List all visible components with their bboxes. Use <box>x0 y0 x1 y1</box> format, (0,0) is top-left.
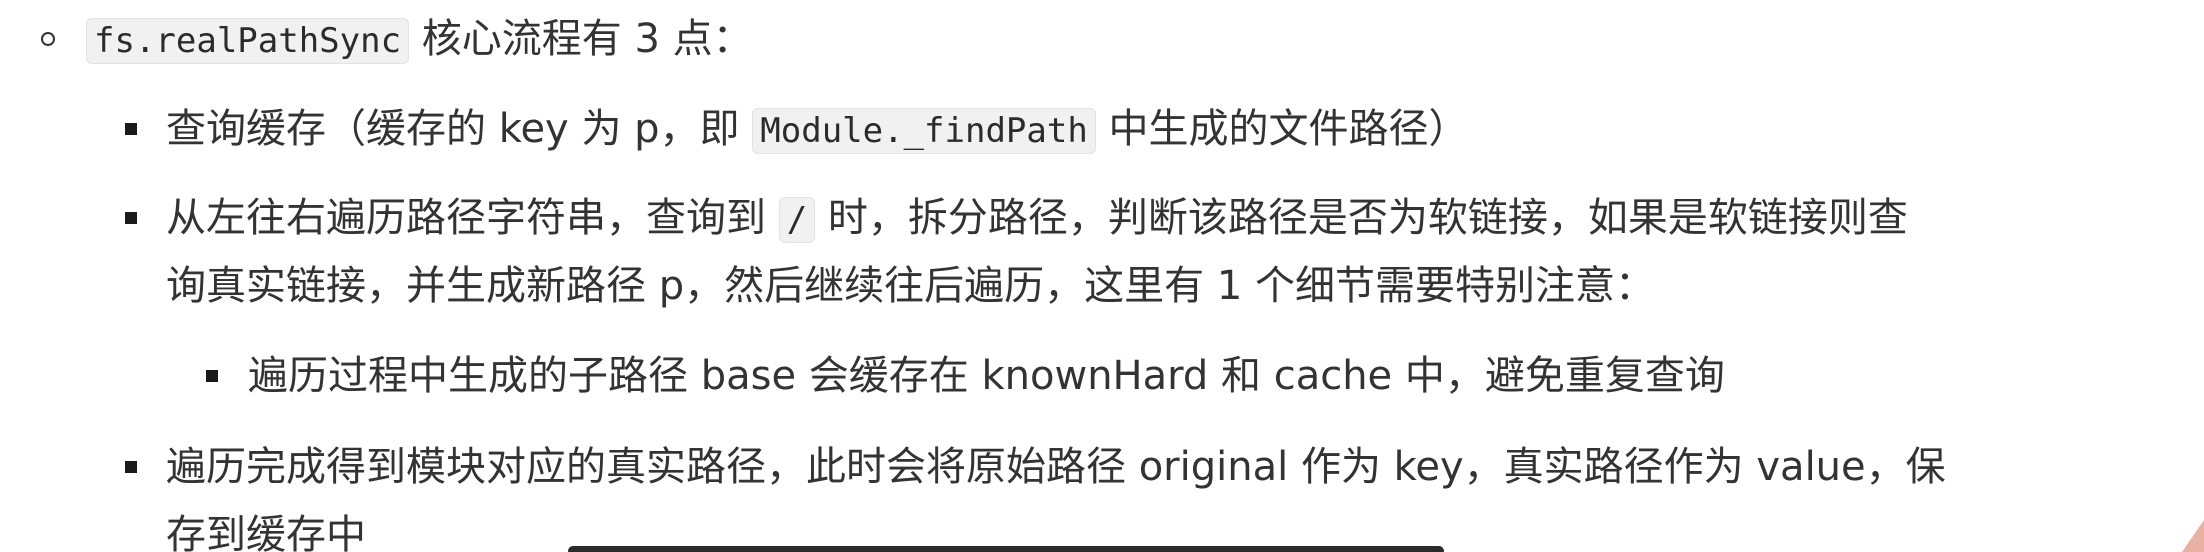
list-item-text: 遍历过程中生成的子路径 base 会缓存在 knownHard 和 cache … <box>248 353 1725 399</box>
list-item-traverse-continued: 询真实链接，并生成新路径 p，然后继续往后遍历，这里有 1 个细节需要特别注意： <box>166 258 1655 314</box>
player-overlay-bar <box>568 546 1444 552</box>
corner-decoration <box>2182 520 2204 552</box>
list-item-text: 从左往右遍历路径字符串，查询到 <box>166 195 779 241</box>
list-item-text: 存到缓存中 <box>166 512 366 552</box>
list-item-finish: 遍历完成得到模块对应的真实路径，此时会将原始路径 original 作为 key… <box>166 439 1946 495</box>
inline-code-findpath: Module._findPath <box>752 108 1096 154</box>
list-item-text: 时，拆分路径，判断该路径是否为软链接，如果是软链接则查 <box>815 195 1908 241</box>
list-item-finish-continued: 存到缓存中 <box>166 507 366 552</box>
list-item-traverse: 从左往右遍历路径字符串，查询到 / 时，拆分路径，判断该路径是否为软链接，如果是… <box>166 190 1908 246</box>
inline-code-slash: / <box>778 197 816 243</box>
square-bullet-icon <box>206 370 218 382</box>
square-bullet-icon <box>125 212 137 224</box>
list-item-text: 查询缓存（缓存的 key 为 p，即 <box>166 106 753 152</box>
inline-code-realpathsync: fs.realPathSync <box>86 18 410 64</box>
square-bullet-icon <box>125 123 137 135</box>
list-item-text: 核心流程有 3 点： <box>409 16 753 62</box>
circle-bullet-icon <box>41 32 55 46</box>
list-item-cache-lookup: 查询缓存（缓存的 key 为 p，即 Module._findPath 中生成的… <box>166 101 1469 157</box>
list-item-sub-note: 遍历过程中生成的子路径 base 会缓存在 knownHard 和 cache … <box>248 348 1725 404</box>
list-item-realpathsync: fs.realPathSync 核心流程有 3 点： <box>86 11 753 67</box>
list-item-text: 询真实链接，并生成新路径 p，然后继续往后遍历，这里有 1 个细节需要特别注意： <box>166 263 1655 309</box>
square-bullet-icon <box>125 461 137 473</box>
list-item-text: 中生成的文件路径） <box>1095 106 1469 152</box>
list-item-text: 遍历完成得到模块对应的真实路径，此时会将原始路径 original 作为 key… <box>166 444 1946 490</box>
